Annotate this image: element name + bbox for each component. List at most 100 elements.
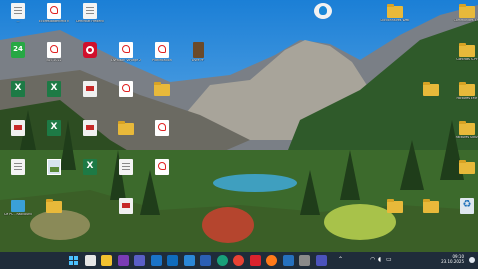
desktop-icon-folder-r4[interactable] bbox=[416, 81, 446, 97]
chrome-icon[interactable] bbox=[233, 255, 244, 266]
word-icon[interactable] bbox=[200, 255, 211, 266]
desktop-icon-folder-r2[interactable]: Commandes EPF bbox=[452, 3, 478, 23]
desktop-icon-label: Factures EMF bbox=[456, 97, 478, 100]
chevron-up-icon[interactable]: ⌃ bbox=[338, 256, 343, 263]
desktop-icon-label: Certificat Frédéric bbox=[75, 20, 105, 23]
search-icon[interactable] bbox=[84, 255, 96, 266]
desktop-icon-file-1[interactable]: ... bbox=[3, 3, 33, 24]
folder-file-icon bbox=[459, 43, 475, 57]
xls-file-icon bbox=[83, 159, 97, 175]
mail-icon[interactable] bbox=[167, 255, 178, 266]
desktop-icon-folder-r6[interactable]: Factures SNSF bbox=[452, 120, 478, 140]
desktop-icon-folder-r1[interactable]: Dictionnaires Web bbox=[380, 3, 410, 23]
doc-file-icon bbox=[119, 159, 133, 175]
folder-file-icon bbox=[459, 4, 475, 18]
desktop-icon-generic-1[interactable] bbox=[75, 81, 105, 98]
desktop-icon-folder-r5[interactable]: Factures EMF bbox=[452, 81, 478, 101]
desktop-icon-xls-1[interactable] bbox=[3, 81, 33, 98]
wifi-icon[interactable]: ◠ bbox=[370, 256, 375, 263]
battery-icon[interactable]: ▭ bbox=[386, 256, 392, 263]
desktop-icon-xls-4[interactable] bbox=[75, 159, 105, 176]
desktop-wallpaper bbox=[0, 0, 478, 252]
desktop-icon-xls-2[interactable] bbox=[39, 81, 69, 98]
desktop-icon-gadget[interactable] bbox=[308, 3, 338, 20]
desktop-icon-doc-2[interactable] bbox=[3, 159, 33, 176]
xls-file-icon bbox=[47, 81, 61, 97]
desktop-icon-generic-3[interactable] bbox=[75, 120, 105, 137]
notification-bell-icon[interactable] bbox=[469, 257, 475, 263]
desktop-icon-pdf-3[interactable]: ISIS 2022 bbox=[39, 42, 69, 63]
folder-file-icon bbox=[459, 121, 475, 135]
gadget-file-icon bbox=[314, 3, 332, 19]
generic-file-icon bbox=[83, 120, 97, 136]
desktop-icon-label: Livre PF bbox=[191, 59, 205, 62]
desktop-icon-pdf-6[interactable] bbox=[111, 81, 141, 98]
teams-2-icon[interactable] bbox=[315, 255, 327, 266]
firefox-icon[interactable] bbox=[266, 255, 277, 266]
desktop-icon-generic-2[interactable] bbox=[3, 120, 33, 137]
powershell-icon[interactable] bbox=[282, 255, 294, 266]
desktop-icon-folder-1[interactable] bbox=[147, 81, 177, 97]
clock-date: 23.10.2025 bbox=[441, 259, 464, 264]
xls-file-icon bbox=[47, 120, 61, 136]
desktop-icon-app-24[interactable] bbox=[3, 42, 33, 59]
desktop-icon-label: Planification bbox=[152, 59, 172, 62]
desktop-icon-label: Factures SNSF bbox=[455, 136, 478, 139]
volume-icon[interactable]: ◖ bbox=[378, 256, 381, 263]
photo-file-icon bbox=[47, 159, 61, 175]
xls-file-icon bbox=[11, 81, 25, 97]
folder-file-icon bbox=[118, 121, 134, 135]
desktop-icon-pdf-8[interactable] bbox=[147, 159, 177, 176]
desktop-icon-folder-r9[interactable] bbox=[416, 198, 446, 214]
desktop-icon-pdf-5[interactable]: Planification bbox=[147, 42, 177, 63]
desktop-icon-folder-r8[interactable] bbox=[380, 198, 410, 214]
desktop-icon-pdf-2[interactable]: Certificat Frédéric bbox=[75, 3, 105, 24]
folder-file-icon bbox=[387, 4, 403, 18]
desktop-icon-pdf-1[interactable]: Ecorestbatenimit non participés bbox=[39, 3, 69, 24]
teams-icon[interactable] bbox=[134, 255, 145, 266]
desktop-icon-red-app[interactable] bbox=[75, 42, 105, 59]
pdf-file-icon bbox=[119, 81, 133, 97]
desktop-icon-book[interactable]: Livre PF bbox=[183, 42, 213, 63]
desktop-icon-photo-1[interactable] bbox=[39, 159, 69, 176]
folder-file-icon bbox=[387, 199, 403, 213]
desktop-icon-label: ISIS 2022 bbox=[46, 59, 62, 62]
onenote-icon[interactable] bbox=[117, 255, 129, 266]
desktop-icon-generic-4[interactable] bbox=[111, 198, 141, 215]
book-file-icon bbox=[192, 42, 204, 58]
calendar-icon[interactable] bbox=[183, 255, 195, 266]
doc-file-icon bbox=[11, 159, 25, 175]
clock[interactable]: 09:10 23.10.2025 bbox=[434, 254, 464, 264]
folder-file-icon bbox=[459, 160, 475, 174]
desktop-icon-label: ... bbox=[16, 20, 20, 23]
green-file-icon bbox=[11, 42, 25, 58]
folder-file-icon bbox=[423, 82, 439, 96]
start-icon[interactable] bbox=[68, 255, 79, 266]
pdf-file-icon bbox=[155, 159, 169, 175]
desktop-icon-pdf-7[interactable] bbox=[147, 120, 177, 137]
outlook-icon[interactable] bbox=[150, 255, 162, 266]
edge-icon[interactable] bbox=[216, 255, 228, 266]
folder-file-icon bbox=[154, 82, 170, 96]
pdf-file-icon bbox=[119, 42, 133, 58]
desktop-icon-label: Ecorestbatenimit non participés bbox=[39, 20, 69, 23]
folder-file-icon bbox=[459, 82, 475, 96]
desktop-icon-folder-3[interactable] bbox=[39, 198, 69, 214]
desktop-icon-folder-r7[interactable] bbox=[452, 159, 478, 175]
desktop-icon-label: Livraison Voyage 2024 bbox=[111, 59, 141, 62]
acrobat-icon[interactable] bbox=[249, 255, 261, 266]
desktop-icon-label: Contrats S-PF bbox=[456, 58, 478, 61]
desktop-icon-pdf-4[interactable]: Livraison Voyage 2024 bbox=[111, 42, 141, 63]
taskbar: ⌃ ◠ ◖ ▭ 09:10 23.10.2025 bbox=[0, 252, 478, 269]
desktop-icon-folder-2[interactable] bbox=[111, 120, 141, 136]
folder-file-icon bbox=[46, 199, 62, 213]
doc-file-icon bbox=[11, 3, 25, 19]
desktop-icon-label: Ce PC - Raccourci bbox=[4, 213, 32, 216]
desktop-icon-this-pc[interactable]: Ce PC - Raccourci bbox=[3, 198, 33, 217]
settings-icon[interactable] bbox=[299, 255, 310, 266]
desktop-icon-folder-r3[interactable]: Contrats S-PF bbox=[452, 42, 478, 62]
desktop-icon-recycle-bin[interactable] bbox=[452, 198, 478, 215]
desktop-icon-xls-3[interactable] bbox=[39, 120, 69, 137]
desktop-icon-doc-3[interactable] bbox=[111, 159, 141, 176]
file-explorer-icon[interactable] bbox=[101, 255, 112, 266]
